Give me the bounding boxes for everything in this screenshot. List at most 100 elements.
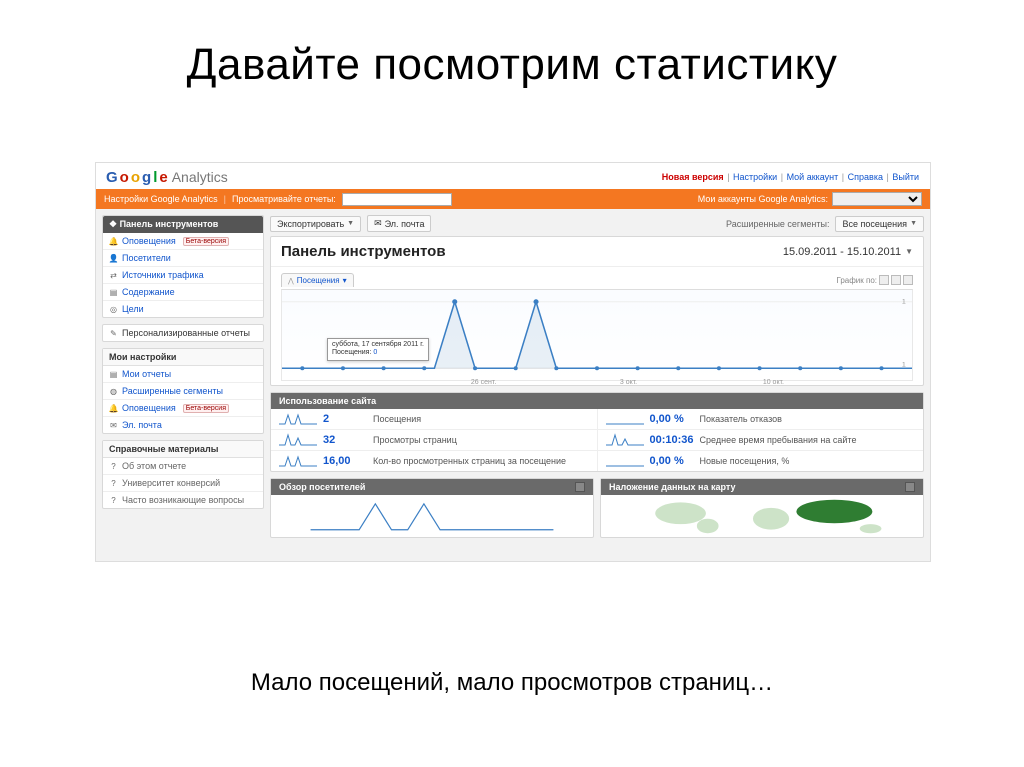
- email-link[interactable]: ✉Эл. почта: [103, 416, 263, 433]
- custom-reports-link[interactable]: ✎Персонализированные отчеты: [103, 325, 263, 341]
- logo-l: l: [153, 169, 157, 186]
- segment-icon: ◍: [109, 387, 118, 396]
- custom-reports-panel: ✎Персонализированные отчеты: [102, 324, 264, 342]
- graph-month-toggle[interactable]: [903, 275, 913, 285]
- question-icon: ?: [109, 462, 118, 471]
- export-button[interactable]: Экспортировать▼: [270, 216, 361, 232]
- my-settings-head: Мои настройки: [103, 349, 263, 366]
- faq-link[interactable]: ?Часто возникающие вопросы: [103, 491, 263, 508]
- help-head: Справочные материалы: [103, 441, 263, 458]
- visitors-overview-head: Обзор посетителей: [279, 482, 365, 492]
- world-map-icon: [601, 495, 923, 537]
- site-usage-panel: Использование сайта 2Посещения 32Просмот…: [270, 392, 924, 472]
- view-reports-input[interactable]: [342, 193, 452, 206]
- my-reports-link[interactable]: ▤Мои отчеты: [103, 366, 263, 382]
- top-links: Новая версия | Настройки | Мой аккаунт |…: [661, 172, 920, 182]
- sparkline-icon: ⋀: [288, 277, 294, 285]
- bell-icon: 🔔: [109, 237, 118, 246]
- account-select[interactable]: [832, 192, 922, 206]
- sparkline-icon: [606, 454, 644, 468]
- graph-week-toggle[interactable]: [891, 275, 901, 285]
- my-settings-panel: Мои настройки ▤Мои отчеты ◍Расширенные с…: [102, 348, 264, 434]
- view-reports-label: Просматривайте отчеты:: [232, 194, 336, 204]
- ga-settings-link[interactable]: Настройки Google Analytics: [104, 194, 218, 204]
- toolbar: Экспортировать▼ ✉Эл. почта Расширенные с…: [270, 215, 924, 232]
- visits-tab[interactable]: ⋀Посещения▾: [281, 273, 354, 287]
- date-range-picker[interactable]: 15.09.2011 - 15.10.2011▼: [783, 246, 913, 258]
- my-accounts-label: Мои аккаунты Google Analytics:: [698, 194, 828, 204]
- logo-o2: o: [131, 169, 140, 186]
- slide-title: Давайте посмотрим статистику: [0, 0, 1024, 90]
- help-panel: Справочные материалы ?Об этом отчете ?Ун…: [102, 440, 264, 509]
- question-icon: ?: [109, 496, 118, 505]
- logo-g2: g: [142, 169, 151, 186]
- my-account-link[interactable]: Мой аккаунт: [787, 172, 839, 182]
- logout-link[interactable]: Выйти: [892, 172, 919, 182]
- dashboard-title: Панель инструментов: [281, 243, 446, 260]
- all-visits-segment[interactable]: Все посещения▼: [835, 216, 924, 232]
- arrows-icon: ⇄: [109, 271, 118, 280]
- chart-tooltip: суббота, 17 сентября 2011 г. Посещения: …: [327, 338, 429, 361]
- visits-chart: 1 1: [281, 289, 913, 381]
- metric-pageviews[interactable]: 32Просмотры страниц: [271, 430, 597, 451]
- google-analytics-logo: G o o g l e Analytics: [106, 169, 228, 186]
- sparkline-icon: [279, 433, 317, 447]
- sparkline-icon: [606, 433, 644, 447]
- about-report-link[interactable]: ?Об этом отчете: [103, 458, 263, 474]
- adv-seg-label: Расширенные сегменты:: [726, 219, 829, 229]
- user-icon: 👤: [109, 254, 118, 263]
- adv-segments-link[interactable]: ◍Расширенные сегменты: [103, 382, 263, 399]
- dashboard-panel: Панель инструментов 15.09.2011 - 15.10.2…: [270, 236, 924, 386]
- visitors-overview-panel: Обзор посетителей: [270, 478, 594, 538]
- target-icon: ◎: [109, 305, 118, 314]
- orange-nav-bar: Настройки Google Analytics | Просматрива…: [96, 189, 930, 209]
- graph-day-toggle[interactable]: [879, 275, 889, 285]
- sidebar-item-traffic[interactable]: ⇄Источники трафика: [103, 266, 263, 283]
- question-icon: ?: [109, 479, 118, 488]
- help-link[interactable]: Справка: [848, 172, 883, 182]
- logo-g: G: [106, 169, 118, 186]
- beta-badge: Бета-версия: [183, 404, 229, 413]
- dashboard-header[interactable]: ❖ Панель инструментов: [103, 216, 263, 233]
- edit-icon: ✎: [109, 329, 118, 338]
- sidebar-item-alerts[interactable]: 🔔ОповещенияБета-версия: [103, 233, 263, 249]
- sidebar: ❖ Панель инструментов 🔔ОповещенияБета-ве…: [96, 209, 264, 562]
- beta-badge: Бета-версия: [183, 237, 229, 246]
- mail-icon: ✉: [374, 218, 382, 229]
- sidebar-item-visitors[interactable]: 👤Посетители: [103, 249, 263, 266]
- metric-new-visits[interactable]: 0,00 %Новые посещения, %: [598, 451, 924, 471]
- doc-icon: ▤: [109, 288, 118, 297]
- new-version-link[interactable]: Новая версия: [662, 172, 724, 182]
- sparkline-icon: [606, 412, 644, 426]
- map-overlay-panel: Наложение данных на карту: [600, 478, 924, 538]
- email-button[interactable]: ✉Эл. почта: [367, 215, 431, 232]
- chevron-down-icon: ▼: [905, 247, 913, 256]
- settings-link[interactable]: Настройки: [733, 172, 777, 182]
- nav-panel: ❖ Панель инструментов 🔔ОповещенияБета-ве…: [102, 215, 264, 318]
- panel-config-icon[interactable]: [575, 482, 585, 492]
- bell-icon: 🔔: [109, 404, 118, 413]
- conv-univ-link[interactable]: ?Университет конверсий: [103, 474, 263, 491]
- ga-screenshot: G o o g l e Analytics Новая версия | Нас…: [95, 162, 931, 562]
- logo-analytics: Analytics: [172, 169, 228, 185]
- site-usage-head: Использование сайта: [271, 393, 923, 409]
- map-overlay-head: Наложение данных на карту: [609, 482, 735, 492]
- panel-config-icon[interactable]: [905, 482, 915, 492]
- y-label-bot: 1: [902, 361, 906, 368]
- metric-avg-time[interactable]: 00:10:36Среднее время пребывания на сайт…: [598, 430, 924, 451]
- graph-granularity: График по:: [836, 275, 913, 285]
- sparkline-icon: [279, 454, 317, 468]
- metric-bounce-rate[interactable]: 0,00 %Показатель отказов: [598, 409, 924, 430]
- doc-icon: ▤: [109, 370, 118, 379]
- metric-visits[interactable]: 2Посещения: [271, 409, 597, 430]
- sidebar-item-goals[interactable]: ◎Цели: [103, 300, 263, 317]
- logo-e: e: [159, 169, 167, 186]
- alerts-link[interactable]: 🔔ОповещенияБета-версия: [103, 399, 263, 416]
- y-label-top: 1: [902, 299, 906, 306]
- ga-topbar: G o o g l e Analytics Новая версия | Нас…: [96, 163, 930, 189]
- logo-o1: o: [120, 169, 129, 186]
- chevron-down-icon: ▼: [910, 220, 917, 227]
- sidebar-item-content[interactable]: ▤Содержание: [103, 283, 263, 300]
- slide-caption: Мало посещений, мало просмотров страниц…: [0, 669, 1024, 697]
- metric-pages-per-visit[interactable]: 16,00Кол-во просмотренных страниц за пос…: [271, 451, 597, 471]
